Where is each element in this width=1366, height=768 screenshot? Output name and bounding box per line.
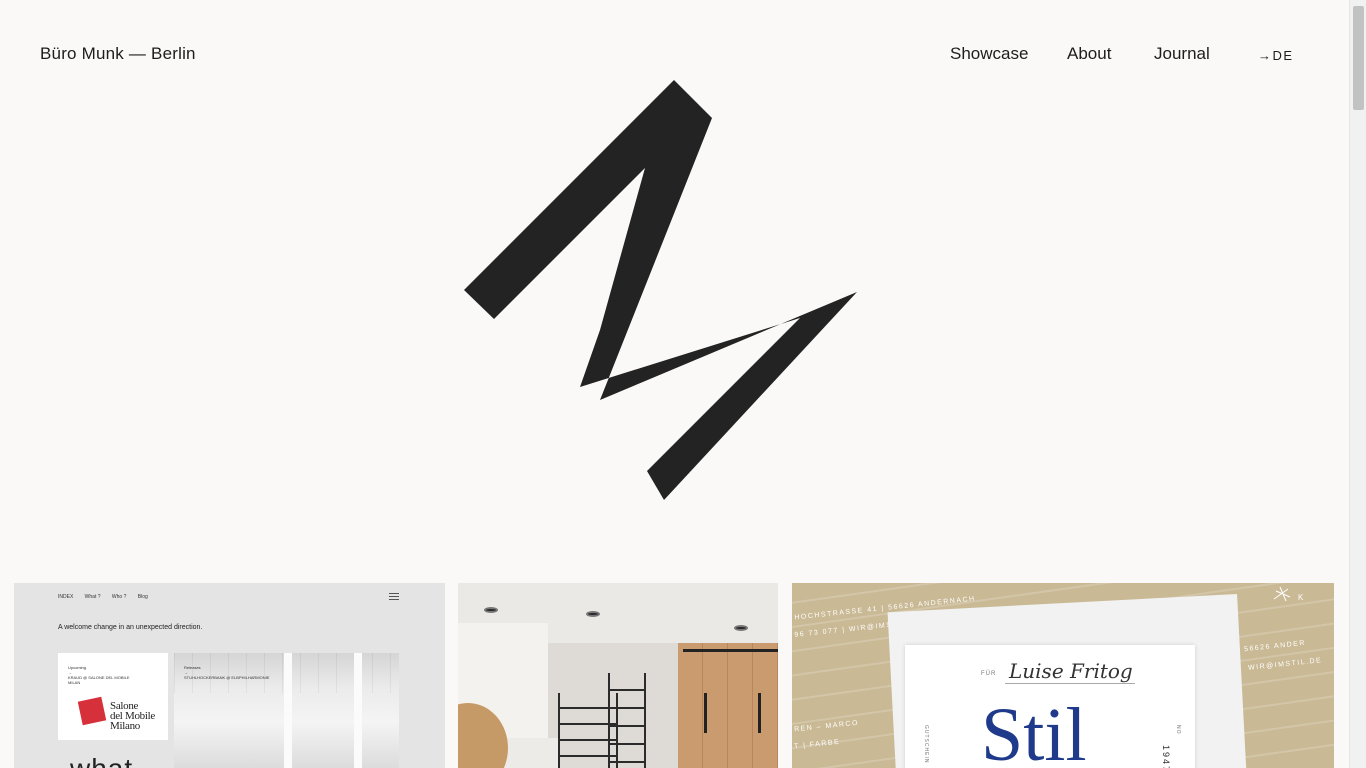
nav-showcase[interactable]: Showcase	[950, 44, 1028, 64]
mini-card-caption: Upcoming → KRAUD @ SALONE DEL MOBILE MIL…	[68, 665, 130, 685]
project-tile-interior[interactable]	[458, 583, 778, 768]
mini-nav-item: Blog	[137, 594, 148, 600]
mini-photo-caption: Releases → STUHLHOCKERBANK @ ELBPHILHARM…	[184, 665, 270, 680]
nav-about[interactable]: About	[1067, 44, 1111, 64]
main-nav: Showcase About Journal →DE	[0, 44, 1349, 68]
mini-site-tagline: A welcome change in an unexpected direct…	[58, 624, 203, 631]
language-switch-de[interactable]: →DE	[1258, 48, 1294, 63]
salone-badge-icon	[77, 696, 107, 726]
project-tile-website[interactable]: INDEX What ? Who ? Blog A welcome change…	[14, 583, 445, 768]
card-year: 1947	[1161, 745, 1171, 768]
mini-site-nav: INDEX What ? Who ? Blog	[58, 594, 158, 600]
project-tile-stationery[interactable]: HOCHSTRASSE 41 | 56626 ANDERNACH 96 73 0…	[792, 583, 1334, 768]
mini-nav-item: INDEX	[58, 594, 74, 600]
ceiling-lamp-icon	[586, 611, 600, 617]
m-monogram-logo	[464, 80, 886, 502]
m-logo-icon	[464, 80, 857, 500]
mini-nav-item: What ?	[84, 594, 101, 600]
salone-logo-text: Salone del Mobile Milano	[110, 700, 155, 732]
card-for-label: FÜR	[981, 671, 997, 677]
mini-site-photo: Releases → STUHLHOCKERBANK @ ELBPHILHARM…	[174, 653, 399, 768]
page-scrollbar[interactable]	[1349, 0, 1366, 768]
card-vertical-text: NO	[1175, 725, 1181, 735]
nav-journal[interactable]: Journal	[1154, 44, 1210, 64]
mini-event-card: Upcoming → KRAUD @ SALONE DEL MOBILE MIL…	[58, 653, 168, 740]
card-recipient: Luise Fritog	[1009, 659, 1133, 683]
gift-card: FÜR Luise Fritog Stil GUTSCHEIN NO 1947	[905, 645, 1195, 768]
card-wordmark: Stil	[981, 693, 1087, 768]
mini-site-heading: what	[70, 753, 133, 768]
ceiling-lamp-icon	[734, 625, 748, 631]
hamburger-menu-icon	[389, 593, 399, 602]
shelf	[608, 673, 646, 768]
card-vertical-text: GUTSCHEIN	[923, 725, 929, 764]
monogram-mark: K	[1272, 585, 1312, 609]
m-logo-shape	[464, 80, 857, 500]
scrollbar-thumb[interactable]	[1353, 6, 1364, 110]
wood-panel	[678, 643, 778, 768]
mini-nav-item: Who ?	[111, 594, 127, 600]
ceiling-lamp-icon	[484, 607, 498, 613]
